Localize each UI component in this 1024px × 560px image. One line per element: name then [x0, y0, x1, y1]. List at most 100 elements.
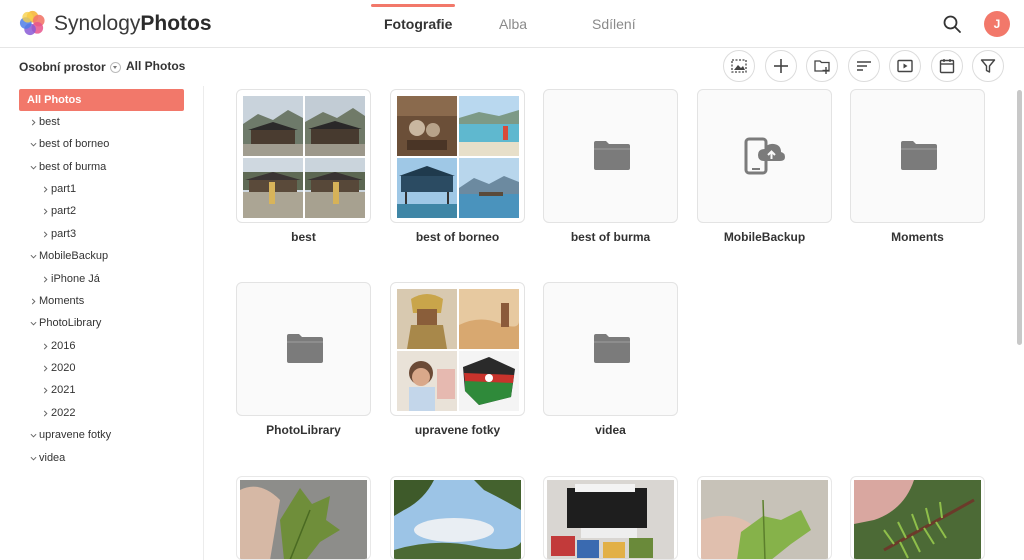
user-avatar[interactable]: J — [984, 11, 1010, 37]
sidebar-item-label: 2022 — [51, 407, 76, 419]
sidebar-item-all-photos[interactable]: All Photos — [19, 89, 184, 111]
album-thumbnail — [459, 351, 519, 411]
sidebar-item-label: 2020 — [51, 362, 76, 374]
slideshow-icon — [897, 59, 913, 73]
sidebar-item-label: part2 — [51, 205, 77, 217]
chevron-down-icon — [27, 447, 39, 469]
calendar-button[interactable] — [931, 50, 963, 82]
space-selector[interactable]: Osobní prostor — [19, 59, 121, 75]
breadcrumb: All Photos — [126, 59, 186, 73]
photo-green-leaf — [701, 480, 828, 559]
chevron-down-icon — [27, 312, 39, 334]
chevron-right-icon — [39, 357, 51, 379]
chevron-right-icon — [39, 379, 51, 401]
new-folder-icon — [814, 60, 830, 74]
tab-alba[interactable]: Alba — [499, 16, 527, 32]
add-icon — [774, 59, 788, 73]
sidebar-item-label: part1 — [51, 183, 77, 195]
album-title[interactable]: best of burma — [543, 230, 678, 244]
chevron-down-icon — [109, 61, 121, 73]
sidebar-item-label: iPhone Já — [51, 273, 100, 285]
photo-printer — [547, 480, 674, 559]
album-tile-best-of-burma[interactable] — [543, 89, 678, 223]
album-thumbnail — [305, 96, 365, 156]
album-thumbnail — [397, 351, 457, 411]
album-tile-best-of-borneo[interactable] — [390, 89, 525, 223]
new-folder-button[interactable] — [806, 50, 838, 82]
sidebar-item-label: best — [39, 116, 60, 128]
chevron-down-icon — [27, 245, 39, 267]
sidebar-item-label: MobileBackup — [39, 250, 109, 262]
chevron-right-icon — [39, 223, 51, 245]
active-tab-indicator — [371, 4, 455, 7]
photo-thumbnail[interactable] — [850, 476, 985, 560]
album-thumbnail — [459, 96, 519, 156]
album-tile-photolibrary[interactable] — [236, 282, 371, 416]
chevron-right-icon — [39, 335, 51, 357]
album-tile-upravene-fotky[interactable] — [390, 282, 525, 416]
album-title[interactable]: upravene fotky — [390, 423, 525, 437]
photo-thumbnail[interactable] — [543, 476, 678, 560]
chevron-right-icon — [27, 290, 39, 312]
sidebar-item-label: part3 — [51, 228, 77, 240]
sidebar-item-label: 2016 — [51, 340, 76, 352]
image-select-icon — [731, 59, 747, 73]
chevron-down-icon — [27, 156, 39, 178]
album-tile-best[interactable] — [236, 89, 371, 223]
search-icon[interactable] — [940, 12, 964, 36]
sidebar-item-label: best of borneo — [39, 138, 110, 150]
sidebar-item-label: PhotoLibrary — [39, 317, 102, 329]
photo-pine-twig — [854, 480, 981, 559]
mobile-backup-icon — [744, 137, 785, 175]
folder-icon — [901, 141, 937, 170]
album-title[interactable]: PhotoLibrary — [236, 423, 371, 437]
chevron-right-icon — [39, 268, 51, 290]
tab-fotografie[interactable]: Fotografie — [384, 16, 452, 32]
sort-button[interactable] — [848, 50, 880, 82]
album-thumbnail — [459, 158, 519, 218]
photo-thumbnail[interactable] — [236, 476, 371, 560]
chevron-right-icon — [39, 200, 51, 222]
sidebar-item-label: best of burma — [39, 161, 107, 173]
album-thumbnail — [243, 158, 303, 218]
synology-photos-logo — [19, 10, 45, 36]
tab-sdileni[interactable]: Sdílení — [592, 16, 636, 32]
chevron-down-icon — [27, 133, 39, 155]
chevron-right-icon — [27, 111, 39, 133]
album-tile-moments[interactable] — [850, 89, 985, 223]
chevron-right-icon — [39, 178, 51, 200]
album-title[interactable]: best — [236, 230, 371, 244]
chevron-right-icon — [39, 402, 51, 424]
photo-leaf-hand — [240, 480, 367, 559]
album-title[interactable]: Moments — [850, 230, 985, 244]
top-bar: SynologyPhotos Fotografie Alba Sdílení J — [0, 0, 1024, 48]
sidebar-item-label: Moments — [39, 295, 85, 307]
space-selector-label: Osobní prostor — [19, 60, 106, 74]
app-title: SynologyPhotos — [54, 12, 212, 35]
album-thumbnail — [397, 158, 457, 218]
folder-icon — [287, 334, 323, 363]
folder-icon — [594, 334, 630, 363]
photo-thumbnail[interactable] — [390, 476, 525, 560]
sort-icon — [857, 61, 871, 71]
sidebar-item-label: 2021 — [51, 384, 76, 396]
filter-icon — [980, 59, 996, 73]
calendar-icon — [939, 59, 955, 74]
slideshow-button[interactable] — [889, 50, 921, 82]
filter-button[interactable] — [972, 50, 1004, 82]
folder-icon — [594, 141, 630, 170]
album-thumbnail — [243, 96, 303, 156]
add-button[interactable] — [765, 50, 797, 82]
photo-thumbnail[interactable] — [697, 476, 832, 560]
album-thumbnail — [397, 96, 457, 156]
album-title[interactable]: MobileBackup — [697, 230, 832, 244]
album-title[interactable]: videa — [543, 423, 678, 437]
photo-tree-sky — [394, 480, 521, 559]
album-tile-mobilebackup[interactable] — [697, 89, 832, 223]
album-tile-videa[interactable] — [543, 282, 678, 416]
chevron-down-icon — [27, 424, 39, 446]
select-images-button[interactable] — [723, 50, 755, 82]
main-scrollbar[interactable] — [1017, 90, 1022, 345]
album-thumbnail — [397, 289, 457, 349]
album-title[interactable]: best of borneo — [390, 230, 525, 244]
